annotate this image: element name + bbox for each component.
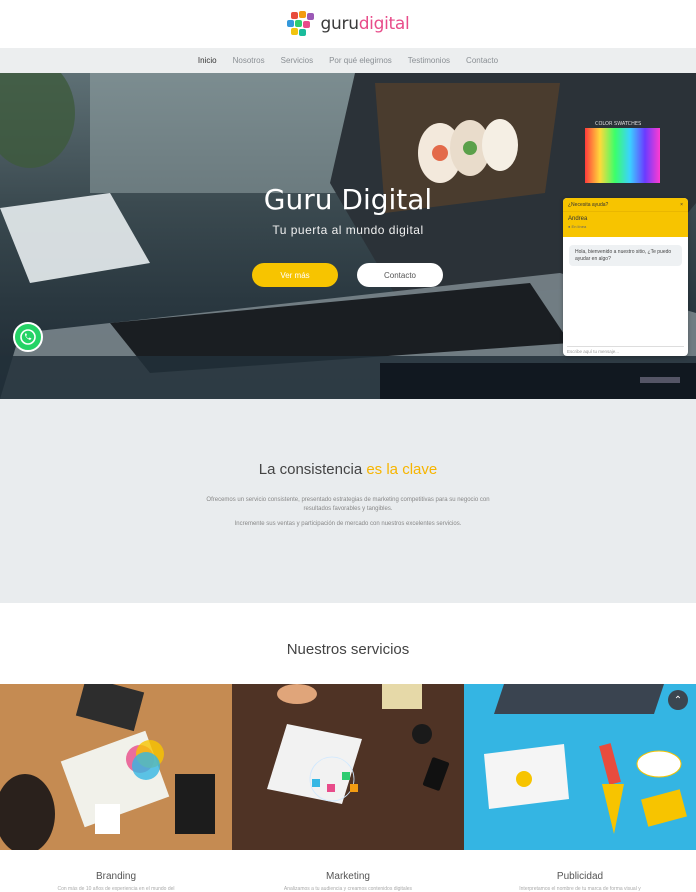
nav-item-inicio[interactable]: Inicio bbox=[198, 56, 217, 65]
marketing-image[interactable] bbox=[232, 684, 464, 850]
nav-item-por-que-elegirnos[interactable]: Por qué elegirnos bbox=[329, 56, 392, 65]
main-nav: Inicio Nosotros Servicios Por qué elegir… bbox=[0, 48, 696, 73]
contacto-button[interactable]: Contacto bbox=[357, 263, 443, 287]
color-swatches-label: COLOR SWATCHES bbox=[595, 121, 641, 127]
logo[interactable]: gurudigital bbox=[286, 11, 410, 37]
logo-dots-icon bbox=[286, 11, 317, 37]
service-desc-marketing: Analizamos a tu audiencia y creamos cont… bbox=[283, 886, 413, 892]
close-icon[interactable]: × bbox=[680, 202, 683, 208]
chat-header-title: ¿Necesita ayuda? bbox=[568, 201, 609, 208]
consistency-title: La consistencia es la clave bbox=[258, 461, 438, 478]
service-name-publicidad: Publicidad bbox=[556, 871, 604, 882]
branding-image[interactable] bbox=[0, 684, 232, 850]
chat-agent: Andrea ● En línea bbox=[563, 211, 688, 237]
service-desc-publicidad: Interpretamos el nombre de tu marca de f… bbox=[519, 886, 641, 892]
marketing-illustration bbox=[232, 684, 464, 850]
service-desc-branding: Con más de 10 años de experiencia en el … bbox=[57, 886, 175, 892]
site-header: gurudigital bbox=[0, 0, 696, 48]
consistency-paragraph-2: Incremente sus ventas y participación de… bbox=[234, 521, 462, 527]
chat-message: Hola, bienvenido a nuestro sitio, ¿Te pu… bbox=[569, 245, 682, 266]
ver-mas-button[interactable]: Ver más bbox=[252, 263, 338, 287]
phone-icon bbox=[20, 329, 36, 345]
agent-status: ● En línea bbox=[568, 224, 587, 229]
whatsapp-icon[interactable] bbox=[13, 322, 43, 352]
logo-text: gurudigital bbox=[320, 14, 410, 34]
consistency-paragraph-1: Ofrecemos un servicio consistente, prese… bbox=[206, 497, 490, 512]
publicidad-image[interactable] bbox=[464, 684, 696, 850]
agent-name: Andrea bbox=[568, 216, 588, 222]
branding-illustration bbox=[0, 684, 232, 850]
chat-header: ¿Necesita ayuda? × bbox=[563, 198, 688, 211]
chat-widget[interactable]: ¿Necesita ayuda? × Andrea ● En línea Hol… bbox=[563, 198, 688, 356]
nav-item-testimonios[interactable]: Testimonios bbox=[408, 56, 450, 65]
nav-item-nosotros[interactable]: Nosotros bbox=[233, 56, 265, 65]
chat-input[interactable]: Escribe aquí tu mensaje... bbox=[567, 346, 684, 356]
services-title: Nuestros servicios bbox=[286, 641, 410, 658]
publicidad-illustration bbox=[464, 684, 696, 850]
scroll-to-top-button[interactable]: ⌃ bbox=[668, 690, 688, 710]
nav-item-servicios[interactable]: Servicios bbox=[281, 56, 313, 65]
nav-item-contacto[interactable]: Contacto bbox=[466, 56, 498, 65]
service-name-marketing: Marketing bbox=[326, 871, 370, 882]
service-name-branding: Branding bbox=[95, 871, 137, 882]
consistency-section: La consistencia es la clave Ofrecemos un… bbox=[0, 399, 696, 603]
chevron-up-icon: ⌃ bbox=[673, 694, 683, 706]
